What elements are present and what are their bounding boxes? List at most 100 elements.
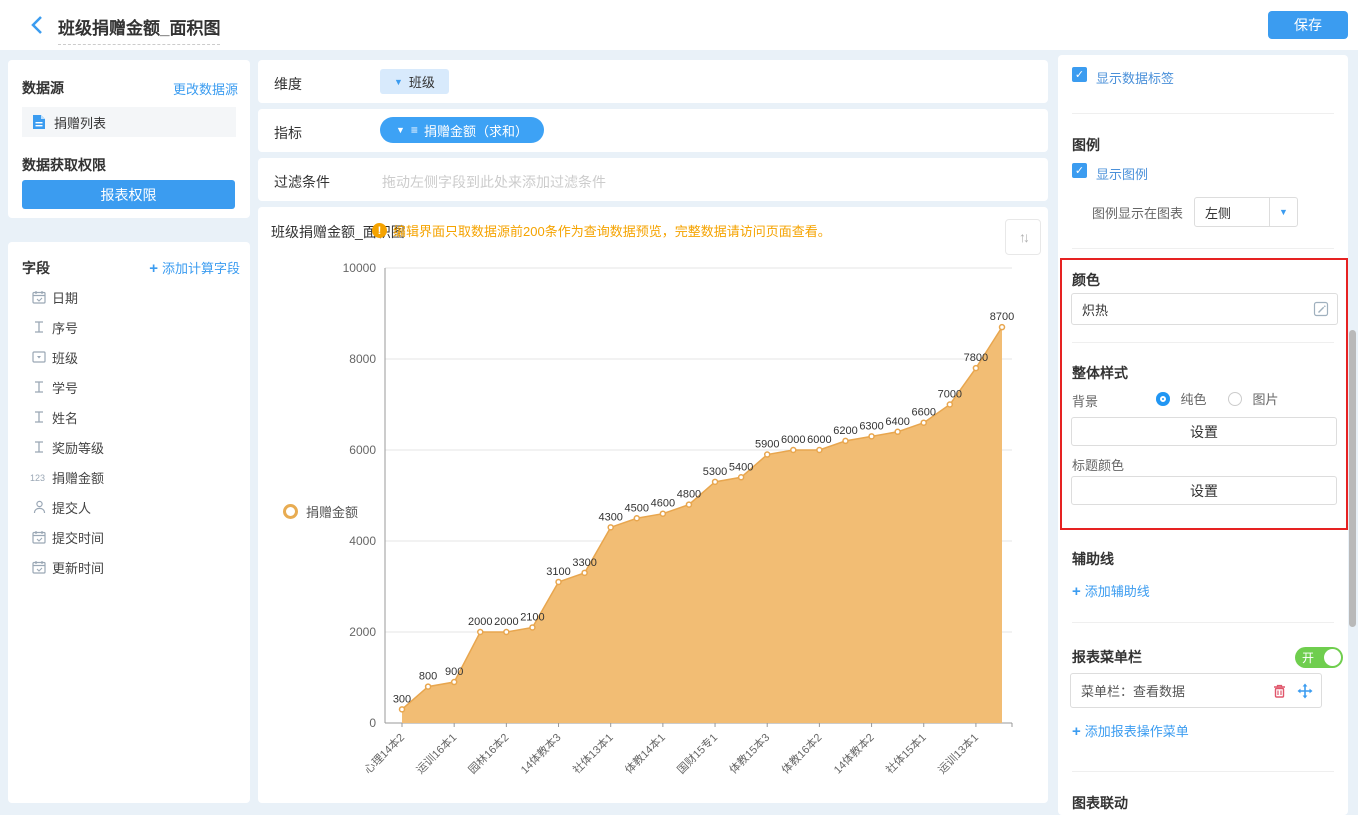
menu-item-row[interactable]: 菜单栏：查看数据 (1070, 673, 1322, 708)
filter-placeholder: 拖动左侧字段到此处来添加过滤条件 (382, 172, 606, 192)
dimension-label: 维度 (274, 74, 302, 94)
field-item[interactable]: 学号 (8, 372, 250, 402)
edit-icon[interactable] (1313, 301, 1329, 317)
bg-solid-radio[interactable]: 纯色 (1156, 389, 1206, 408)
vertical-scrollbar[interactable] (1349, 330, 1356, 627)
divider (1072, 113, 1334, 114)
number-icon: 123 (30, 471, 48, 483)
area-chart[interactable]: 0200040006000800010000300800900200020002… (258, 207, 1048, 803)
title-color-set-button[interactable]: 设置 (1071, 476, 1337, 505)
svg-text:体教16本2: 体教16本2 (778, 730, 824, 776)
legend-position-label: 图例显示在图表 (1092, 203, 1183, 222)
field-item[interactable]: 序号 (8, 312, 250, 342)
legend-item[interactable]: 捐赠金额 (283, 502, 358, 521)
field-label: 学号 (52, 378, 78, 397)
filter-row[interactable]: 过滤条件 拖动左侧字段到此处来添加过滤条件 (258, 158, 1048, 201)
svg-text:0: 0 (369, 716, 376, 730)
text-icon (30, 380, 48, 394)
svg-text:园林16本2: 园林16本2 (465, 730, 511, 776)
field-item[interactable]: 123 捐赠金额 (8, 462, 250, 492)
svg-text:6300: 6300 (859, 420, 883, 432)
menu-bar-toggle[interactable]: 开 (1295, 647, 1343, 668)
field-item[interactable]: 奖励等级 (8, 432, 250, 462)
trash-icon[interactable] (1272, 683, 1287, 699)
show-legend-text: 显示图例 (1096, 164, 1148, 183)
report-editor: 班级捐赠金额_面积图 保存 数据源 更改数据源 捐赠列表 数据获取权限 报表权限… (0, 0, 1358, 815)
back-button[interactable] (26, 13, 50, 42)
svg-text:14体教本2: 14体教本2 (830, 730, 876, 776)
datasource-panel: 数据源 更改数据源 捐赠列表 数据获取权限 报表权限 (8, 60, 250, 218)
legend-section-title: 图例 (1072, 135, 1100, 155)
metric-row: 指标 ▼ ≡ 捐赠金额（求和） (258, 109, 1048, 152)
metric-pill[interactable]: ▼ ≡ 捐赠金额（求和） (380, 117, 544, 143)
datasource-title: 数据源 (22, 78, 64, 98)
menu-item-value: 菜单栏：查看数据 (1071, 681, 1272, 700)
show-legend-checkbox[interactable]: ✓ (1072, 163, 1087, 178)
show-data-label-checkbox[interactable]: ✓ (1072, 67, 1087, 82)
svg-text:4300: 4300 (598, 511, 622, 523)
sort-button[interactable]: ↑↓ (1005, 219, 1041, 255)
field-item[interactable]: 提交人 (8, 492, 250, 522)
svg-text:社体13本1: 社体13本1 (570, 730, 616, 776)
add-aux-line-link[interactable]: +添加辅助线 (1072, 581, 1150, 600)
legend-position-select[interactable]: 左侧 ▼ (1194, 197, 1298, 227)
field-label: 捐赠金额 (52, 468, 104, 487)
datasource-item[interactable]: 捐赠列表 (22, 107, 236, 137)
field-item[interactable]: 提交时间 (8, 522, 250, 552)
plus-icon: + (1072, 583, 1081, 600)
svg-text:3100: 3100 (546, 566, 570, 578)
aggregate-icon: ≡ (411, 123, 418, 137)
radio-selected-icon (1156, 392, 1170, 406)
add-calc-field-link[interactable]: +添加计算字段 (149, 258, 240, 277)
fields-panel: 字段 +添加计算字段 日期序号班级学号姓名奖励等级123捐赠金额提交人提交时间更… (8, 242, 250, 803)
top-bar: 班级捐赠金额_面积图 保存 (0, 0, 1358, 50)
text-icon (30, 440, 48, 454)
svg-text:4500: 4500 (625, 502, 649, 514)
svg-text:7000: 7000 (938, 389, 962, 401)
filter-label: 过滤条件 (274, 172, 330, 192)
add-menu-link[interactable]: +添加报表操作菜单 (1072, 721, 1189, 740)
save-button[interactable]: 保存 (1268, 11, 1348, 39)
color-section-title: 颜色 (1072, 270, 1100, 290)
svg-text:14体教本3: 14体教本3 (517, 730, 563, 776)
svg-text:国财15专1: 国财15专1 (674, 730, 720, 776)
field-label: 班级 (52, 348, 78, 367)
svg-text:社体15本1: 社体15本1 (883, 730, 929, 776)
calendar-icon (30, 560, 48, 574)
svg-text:300: 300 (393, 693, 411, 705)
svg-text:5300: 5300 (703, 466, 727, 478)
toggle-on-label: 开 (1302, 649, 1314, 666)
move-icon[interactable] (1297, 683, 1313, 699)
text-icon (30, 410, 48, 424)
change-datasource-link[interactable]: 更改数据源 (173, 79, 238, 98)
bg-set-button[interactable]: 设置 (1071, 417, 1337, 446)
svg-text:6600: 6600 (911, 407, 935, 419)
svg-text:2000: 2000 (468, 616, 492, 628)
field-item[interactable]: 更新时间 (8, 552, 250, 582)
field-item[interactable]: 姓名 (8, 402, 250, 432)
svg-text:7800: 7800 (964, 352, 988, 364)
svg-text:10000: 10000 (343, 261, 377, 275)
aux-line-title: 辅助线 (1072, 549, 1114, 569)
svg-text:6000: 6000 (807, 434, 831, 446)
divider (1072, 248, 1334, 249)
svg-text:800: 800 (419, 671, 437, 683)
text-icon (30, 320, 48, 334)
field-label: 奖励等级 (52, 438, 104, 457)
svg-text:8700: 8700 (990, 311, 1014, 323)
field-item[interactable]: 班级 (8, 342, 250, 372)
bg-image-radio[interactable]: 图片 (1228, 389, 1278, 408)
bg-solid-label: 纯色 (1180, 392, 1206, 407)
page-title: 班级捐赠金额_面积图 (58, 14, 220, 45)
color-scheme-input[interactable]: 炽热 (1071, 293, 1338, 325)
dimension-pill[interactable]: ▼ 班级 (380, 69, 449, 94)
divider (1072, 622, 1334, 623)
legend-label: 捐赠金额 (306, 502, 358, 521)
field-label: 提交时间 (52, 528, 104, 547)
report-permission-button[interactable]: 报表权限 (22, 180, 235, 209)
field-item[interactable]: 日期 (8, 282, 250, 312)
svg-text:2000: 2000 (349, 625, 376, 639)
back-chevron-icon (26, 13, 50, 37)
toggle-knob (1324, 649, 1341, 666)
chevron-down-icon: ▼ (394, 77, 403, 87)
